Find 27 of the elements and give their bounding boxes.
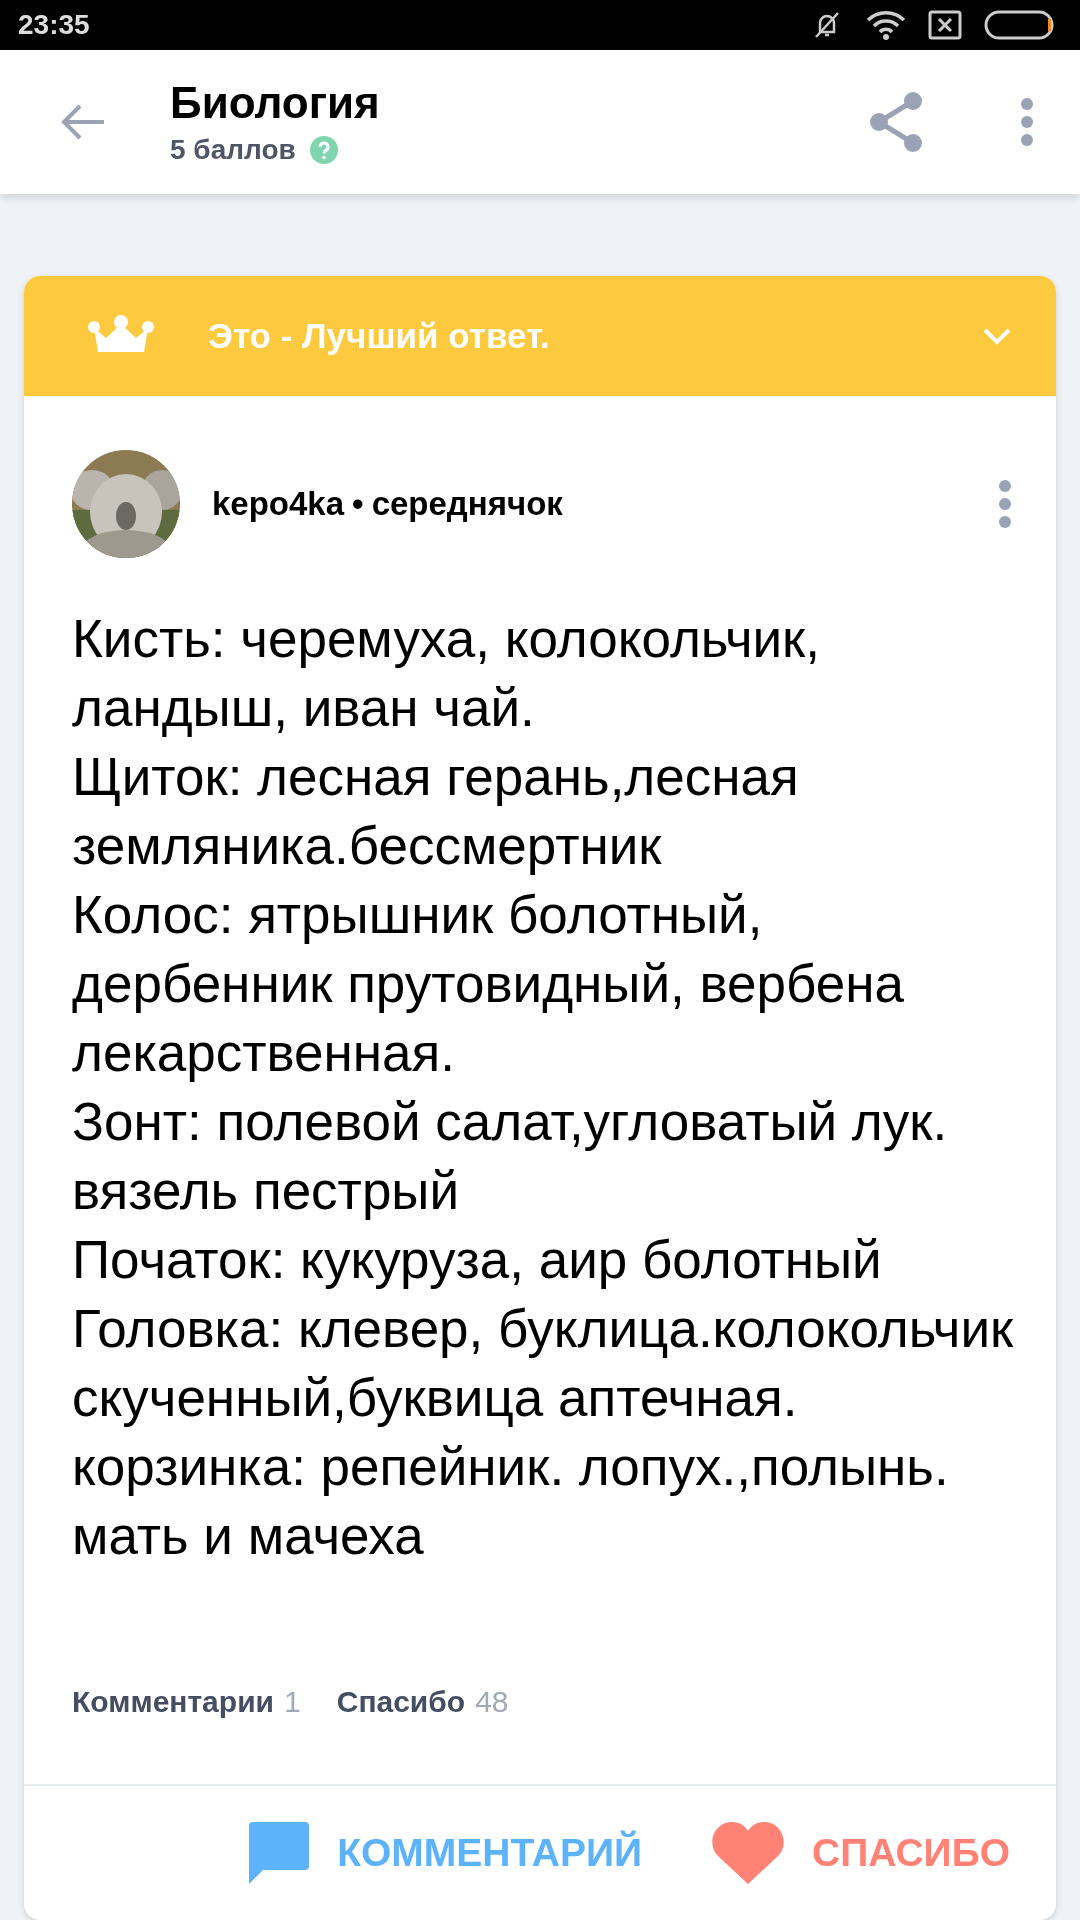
answer-text: Зонт: полевой салат,угловатый лук. вязель пестрый: [72, 1091, 949, 1222]
answer-text: Щиток: лесная герань,лесная земляника.бессмертник: [72, 746, 800, 877]
answer-text: корзинка: репейник. лопух.,полынь. мать и мачеха: [72, 1436, 950, 1567]
more-icon[interactable]: [1020, 96, 1034, 147]
stat-label[interactable]: Комментарии: [72, 1685, 275, 1719]
separator-dot: •: [352, 485, 364, 523]
stat-count: 48: [475, 1685, 509, 1719]
help-icon[interactable]: [309, 135, 338, 164]
points-label: 5 баллов: [170, 133, 296, 166]
answer-text: Кисть: черемуха, колокольчик, ландыш, иван чай.: [72, 608, 822, 739]
heart-icon: [712, 1822, 785, 1884]
speech-bubble-icon: [249, 1822, 310, 1884]
author-rank: середнячок: [371, 485, 563, 523]
more-icon[interactable]: [998, 479, 1012, 529]
answer-text: Головка: клевер, буклица.колокольчик скученный,буквица аптечная.: [72, 1298, 1015, 1429]
banner-text: Это - Лучший ответ.: [208, 316, 551, 356]
answer-text: Колос: ятрышник болотный, дербенник прутовидный, вербена лекарственная.: [72, 884, 905, 1084]
stat-label[interactable]: Спасибо: [336, 1685, 466, 1719]
author-name[interactable]: kepo4ka: [212, 485, 345, 523]
page-title: Биология: [170, 77, 381, 128]
wifi-icon: [866, 9, 906, 40]
status-time: 23:35: [18, 8, 90, 41]
chevron-down-icon: [982, 327, 1012, 345]
stat-count: 1: [284, 1685, 301, 1719]
battery-icon: [984, 9, 1056, 40]
answer-text: Початок: кукуруза, аир болотный: [72, 1229, 883, 1291]
no-sim-icon: [928, 9, 962, 40]
